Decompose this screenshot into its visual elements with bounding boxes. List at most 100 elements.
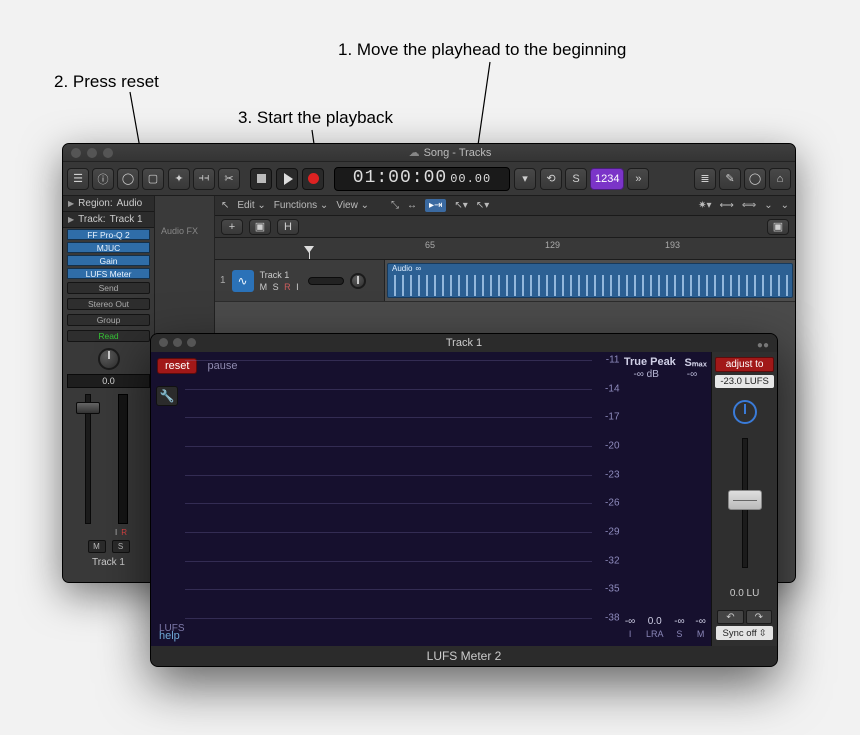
inspector-button[interactable]: ⓘ [92,168,114,190]
lra-label: LRA [646,628,664,640]
track-header-bar: + ▣ H ▣ [215,216,795,238]
tool-icon[interactable]: ↖▾ [454,200,467,211]
plugin-title: Track 1 [446,337,482,349]
grid-label: -29 [605,527,619,538]
track-pan-knob[interactable] [350,273,366,289]
gridline [185,561,592,562]
view-menu[interactable]: View ⌄ [336,200,369,211]
mute-button[interactable]: M [88,540,106,553]
functions-menu[interactable]: Functions ⌄ [274,200,329,211]
help-link[interactable]: help [159,630,180,642]
catch-playhead-button[interactable]: ▣ [767,219,789,235]
input-mini[interactable]: I [296,282,299,292]
settings-icon[interactable]: 🔧 [156,386,178,406]
gain-readout[interactable]: 0.0 [67,374,150,388]
undo-icon[interactable]: ↶ [717,610,743,624]
catch-tool-selected[interactable]: ▸⇥ [425,199,446,212]
plugin-slot[interactable]: Gain [67,255,150,266]
adjust-to-button[interactable]: adjust to [715,357,774,372]
notepad-button[interactable]: ✎ [719,168,741,190]
shortterm-value: -∞ [674,616,684,628]
lra-value: 0.0 [646,616,664,628]
plugin-titlebar: Track 1 ●● [151,334,777,352]
tool-icon[interactable]: ↔ [407,200,417,211]
tool-icon[interactable]: ⤡ [391,200,399,211]
fader-handle[interactable] [76,402,100,414]
track-label: Track: [78,214,105,225]
library-button[interactable]: ☰ [67,168,89,190]
rec-mini[interactable]: R [284,282,291,292]
replace-button[interactable]: S [565,168,587,190]
play-button[interactable] [276,168,298,190]
traffic-lights[interactable] [71,148,113,158]
lcd-menu-button[interactable]: ▾ [514,168,536,190]
loops-button[interactable]: ◯ [744,168,766,190]
readout-row: -∞I 0.0LRA -∞S -∞M [620,616,712,640]
toolbar-button[interactable]: ▢ [142,168,164,190]
zoom-h-icon[interactable]: ⟷ [720,200,734,211]
output-button[interactable]: Stereo Out [67,298,150,310]
record-button[interactable] [302,168,324,190]
gridline [185,446,592,447]
plugin-slot[interactable]: LUFS Meter [67,268,150,279]
edit-toolbar: ↖ Edit ⌄ Functions ⌄ View ⌄ ⤡ ↔ ▸⇥ ↖▾ ↖▾… [215,196,795,216]
momentary-label: M [695,628,705,640]
more-icon[interactable]: ⌄ [781,200,789,211]
duplicate-track-button[interactable]: ▣ [249,219,271,235]
zoom-v-icon[interactable]: ⟺ [742,200,756,211]
gear-icon[interactable]: ✷▾ [698,200,711,211]
gridline [185,589,592,590]
solo-mini[interactable]: S [273,282,279,292]
track-lane[interactable]: Audio∞ [385,260,795,301]
global-tracks-button[interactable]: H [277,219,299,235]
plugin-slot[interactable]: MJUC [67,242,150,253]
plugin-right-panel: adjust to -23.0 LUFS 0.0 LU ↶ ↷ Sync off… [711,352,777,646]
lcd-display[interactable]: 01:00:00 00.00 [334,167,510,191]
gridline [185,417,592,418]
browsers-button[interactable]: ⌂ [769,168,791,190]
solo-button[interactable]: S [112,540,130,553]
adjust-target[interactable]: -23.0 LUFS [715,375,774,388]
playhead[interactable] [309,252,310,259]
mixer-button[interactable]: ⫞⫞ [193,168,215,190]
send-button[interactable]: Send [67,282,150,294]
region-header[interactable]: ▶Region: Audio [63,196,154,212]
quick-help-button[interactable]: ◯ [117,168,139,190]
edit-menu[interactable]: Edit ⌄ [237,200,265,211]
gain-slider-handle[interactable] [728,490,762,510]
mute-mini[interactable]: M [260,282,268,292]
loop-icon: ∞ [415,264,421,273]
timeline-ruler[interactable]: 65 129 193 [215,238,795,260]
power-button[interactable] [733,400,757,424]
snap-icon[interactable]: ⌄ [764,200,772,211]
stop-button[interactable] [250,168,272,190]
sync-dropdown[interactable]: Sync off⇳ [716,626,773,640]
add-track-button[interactable]: + [221,219,243,235]
pan-knob[interactable] [98,348,120,370]
group-button[interactable]: Group [67,314,150,326]
track-header[interactable]: ▶Track: Track 1 [63,212,154,228]
pointer-tool-icon[interactable]: ↖ [221,200,229,211]
plugin-footer: LUFS Meter 2 [151,646,777,666]
more-transport-button[interactable]: » [627,168,649,190]
tool-icon[interactable]: ↖▾ [476,200,489,211]
track-header[interactable]: 1 ∿ Track 1 M S R I [215,260,385,301]
grid-label: -26 [605,498,619,509]
count-in-button[interactable]: 1234 [590,168,624,190]
automation-read-button[interactable]: Read [67,330,150,342]
channel-fader-area: IR [63,388,155,538]
cycle-button[interactable]: ⟲ [540,168,562,190]
audio-region[interactable]: Audio∞ [387,263,793,298]
fx-label: Audio FX [155,196,214,266]
track-volume-slider[interactable] [308,277,344,285]
grid-label: -35 [605,584,619,595]
inspector-panel: ▶Region: Audio ▶Track: Track 1 FF Pro-Q … [63,196,155,582]
redo-icon[interactable]: ↷ [746,610,772,624]
editors-button[interactable]: ✂ [218,168,240,190]
grid-label: -17 [605,412,619,423]
truepeak-value: -∞ dB [633,369,658,380]
plugin-traffic-lights[interactable] [159,338,196,347]
smart-controls-button[interactable]: ✦ [168,168,190,190]
list-editors-button[interactable]: ≣ [694,168,716,190]
plugin-slot[interactable]: FF Pro-Q 2 [67,229,150,240]
